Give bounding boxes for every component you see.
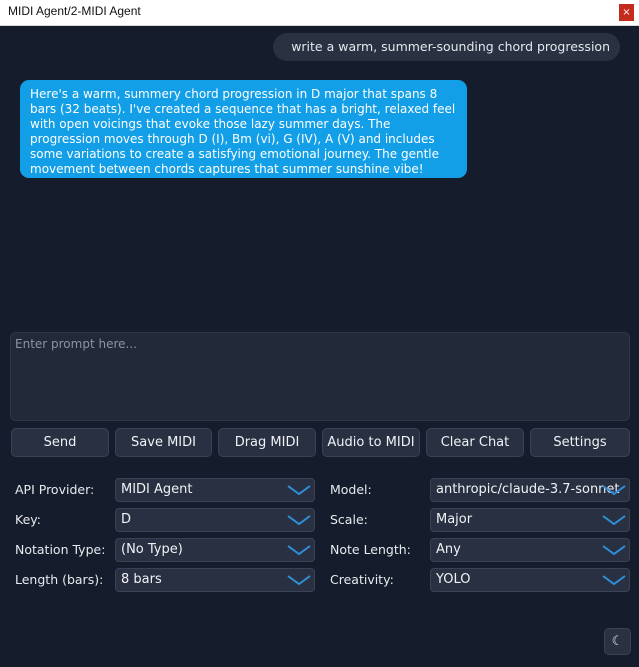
length-bars-value: 8 bars: [121, 572, 162, 587]
settings-button[interactable]: Settings: [530, 428, 630, 457]
key-select[interactable]: D: [115, 508, 315, 532]
scale-select[interactable]: Major: [430, 508, 630, 532]
window-title: MIDI Agent/2-MIDI Agent: [8, 4, 141, 18]
chevron-down-icon: [602, 485, 626, 496]
notation-type-value: (No Type): [121, 542, 183, 557]
chevron-down-icon: [602, 545, 626, 556]
drag-midi-button[interactable]: Drag MIDI: [218, 428, 316, 457]
midi-agent-window: MIDI Agent/2-MIDI Agent × write a warm, …: [0, 0, 639, 667]
chevron-down-icon: [287, 515, 311, 526]
theme-toggle-button[interactable]: ☾: [604, 628, 631, 655]
clear-chat-button[interactable]: Clear Chat: [426, 428, 524, 457]
title-bar[interactable]: MIDI Agent/2-MIDI Agent ×: [0, 0, 639, 26]
model-select[interactable]: anthropic/claude-3.7-sonnet: [430, 478, 630, 502]
scale-label: Scale:: [330, 512, 368, 527]
chevron-down-icon: [287, 485, 311, 496]
chevron-down-icon: [602, 575, 626, 586]
key-label: Key:: [15, 512, 41, 527]
api-provider-select[interactable]: MIDI Agent: [115, 478, 315, 502]
chevron-down-icon: [602, 515, 626, 526]
assistant-message-bubble: Here's a warm, summery chord progression…: [20, 80, 467, 178]
length-bars-select[interactable]: 8 bars: [115, 568, 315, 592]
chevron-down-icon: [287, 545, 311, 556]
length-bars-label: Length (bars):: [15, 572, 104, 587]
send-button[interactable]: Send: [11, 428, 109, 457]
notation-type-label: Notation Type:: [15, 542, 106, 557]
creativity-value: YOLO: [436, 572, 471, 587]
scale-value: Major: [436, 512, 473, 527]
close-button[interactable]: ×: [619, 4, 634, 21]
user-message-bubble: write a warm, summer-sounding chord prog…: [273, 33, 620, 61]
api-provider-label: API Provider:: [15, 482, 95, 497]
notation-type-select[interactable]: (No Type): [115, 538, 315, 562]
model-label: Model:: [330, 482, 372, 497]
api-provider-value: MIDI Agent: [121, 482, 193, 497]
note-length-select[interactable]: Any: [430, 538, 630, 562]
audio-to-midi-button[interactable]: Audio to MIDI: [322, 428, 420, 457]
moon-icon: ☾: [611, 634, 624, 649]
creativity-label: Creativity:: [330, 572, 394, 587]
save-midi-button[interactable]: Save MIDI: [115, 428, 212, 457]
creativity-select[interactable]: YOLO: [430, 568, 630, 592]
model-value: anthropic/claude-3.7-sonnet: [436, 482, 620, 497]
prompt-input[interactable]: [10, 332, 630, 421]
note-length-label: Note Length:: [330, 542, 411, 557]
key-value: D: [121, 512, 132, 527]
chevron-down-icon: [287, 575, 311, 586]
note-length-value: Any: [436, 542, 461, 557]
